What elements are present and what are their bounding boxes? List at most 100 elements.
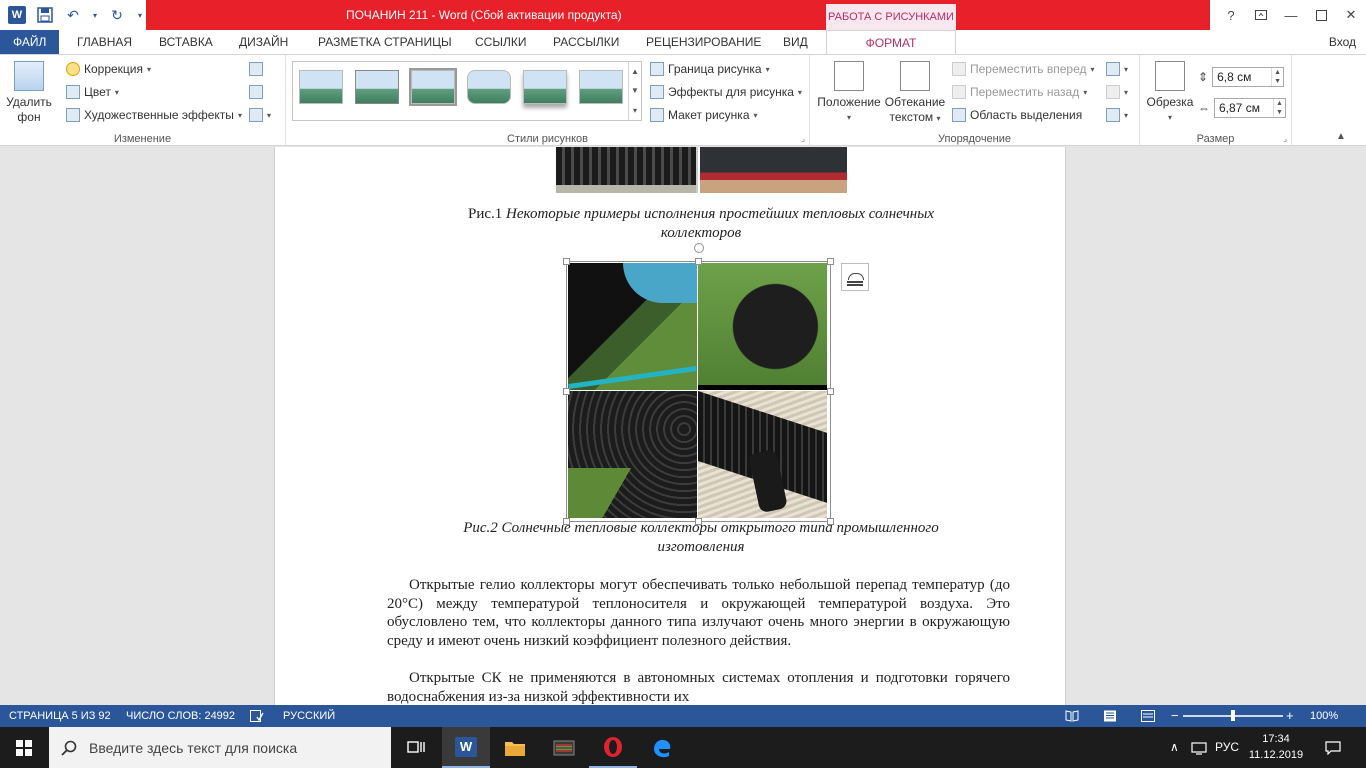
edge-browser-icon[interactable] xyxy=(638,727,686,768)
save-icon[interactable] xyxy=(36,6,54,24)
dialog-launcher-icon[interactable]: ⌟ xyxy=(801,134,805,143)
word-count[interactable]: ЧИСЛО СЛОВ: 24992 xyxy=(126,705,235,727)
system-clock[interactable]: 17:34 11.12.2019 xyxy=(1246,731,1306,763)
align-button[interactable]: ▾ xyxy=(1106,59,1128,79)
spinner-arrows-icon[interactable]: ▲ ▼ xyxy=(1273,99,1285,117)
help-button[interactable]: ? xyxy=(1216,0,1246,30)
resize-handle[interactable] xyxy=(563,388,570,395)
crop-button[interactable]: Обрезка ▾ xyxy=(1144,61,1196,125)
tab-references[interactable]: ССЫЛКИ xyxy=(475,30,526,54)
document-page[interactable]: Рис.1 Некоторые примеры исполнения прост… xyxy=(274,147,1066,705)
picture-layout-button[interactable]: Макет рисунка ▾ xyxy=(650,105,758,125)
undo-dropdown-icon[interactable]: ▾ xyxy=(92,6,98,24)
corrections-icon xyxy=(66,62,80,76)
redo-icon[interactable]: ↻ xyxy=(108,6,126,24)
task-view-icon[interactable] xyxy=(393,727,441,768)
compress-pictures-button[interactable] xyxy=(249,59,263,79)
chevron-down-icon: ▾ xyxy=(797,87,802,97)
picture-style-thumb[interactable] xyxy=(467,70,511,104)
picture-style-thumb[interactable] xyxy=(299,70,343,104)
start-button[interactable] xyxy=(0,727,48,768)
resize-handle[interactable] xyxy=(827,258,834,265)
network-icon[interactable] xyxy=(1191,727,1207,768)
corrections-label: Коррекция xyxy=(84,62,144,76)
spinner-arrows-icon[interactable]: ▲ ▼ xyxy=(1271,68,1283,86)
width-field[interactable]: 6,87 см ▲ ▼ xyxy=(1214,98,1286,118)
selection-pane-button[interactable]: Область выделения xyxy=(952,105,1082,125)
word-app-icon[interactable]: W xyxy=(8,6,26,24)
web-layout-icon[interactable] xyxy=(1141,705,1155,727)
show-hidden-icons[interactable]: ∧ xyxy=(1170,727,1179,768)
height-stepper[interactable]: ⇕ 6,8 см ▲ ▼ xyxy=(1198,67,1285,87)
file-explorer-icon[interactable] xyxy=(491,727,539,768)
chevron-down-icon: ▾ xyxy=(267,110,272,120)
rotate-handle[interactable] xyxy=(694,243,704,253)
change-picture-button[interactable] xyxy=(249,82,263,102)
resize-handle[interactable] xyxy=(827,388,834,395)
picture-effects-button[interactable]: Эффекты для рисунка ▾ xyxy=(650,82,802,102)
sign-in-link[interactable]: Вход xyxy=(1329,30,1356,54)
figure-2-image[interactable] xyxy=(563,243,834,525)
print-layout-icon[interactable] xyxy=(1103,705,1117,727)
taskbar-word-icon[interactable]: W xyxy=(442,727,490,768)
ribbon-display-options-icon[interactable] xyxy=(1246,0,1276,30)
color-button[interactable]: Цвет ▾ xyxy=(66,82,119,102)
picture-border-button[interactable]: Граница рисунка ▾ xyxy=(650,59,770,79)
send-backward-button[interactable]: Переместить назад ▾ xyxy=(952,82,1087,102)
figure-1-image[interactable] xyxy=(556,147,847,193)
language-indicator[interactable]: РУССКИЙ xyxy=(283,705,335,727)
layout-options-icon[interactable] xyxy=(841,263,869,291)
close-icon[interactable]: ✕ xyxy=(1336,0,1366,30)
tab-mailings[interactable]: РАССЫЛКИ xyxy=(553,30,619,54)
proofing-icon[interactable] xyxy=(250,705,264,727)
position-button[interactable]: Положение ▾ xyxy=(814,61,884,125)
picture-style-thumb[interactable] xyxy=(523,70,567,104)
notifications-icon[interactable] xyxy=(1325,727,1341,768)
reset-picture-icon xyxy=(249,108,263,122)
tab-design[interactable]: ДИЗАЙН xyxy=(239,30,288,54)
page-counter[interactable]: СТРАНИЦА 5 ИЗ 92 xyxy=(9,705,111,727)
chevron-up-icon[interactable]: ▲ xyxy=(631,67,639,76)
read-mode-icon[interactable] xyxy=(1065,705,1079,727)
tab-home[interactable]: ГЛАВНАЯ xyxy=(77,30,132,54)
dialog-launcher-icon[interactable]: ⌟ xyxy=(1283,134,1287,143)
language-switcher[interactable]: РУС xyxy=(1215,727,1239,768)
picture-style-thumb[interactable] xyxy=(355,70,399,104)
tab-page-layout[interactable]: РАЗМЕТКА СТРАНИЦЫ xyxy=(318,30,452,54)
gallery-scroll[interactable]: ▲ ▼ ▾ xyxy=(628,62,641,120)
remove-background-button[interactable]: Удалить фон xyxy=(4,61,54,125)
customize-qat-icon[interactable]: ▾ xyxy=(136,6,144,24)
group-objects-button[interactable]: ▾ xyxy=(1106,82,1128,102)
picture-style-thumb[interactable] xyxy=(579,70,623,104)
tab-insert[interactable]: ВСТАВКА xyxy=(159,30,213,54)
figure-1-photo-left xyxy=(556,147,698,193)
gallery-more-icon[interactable]: ▾ xyxy=(633,106,637,115)
zoom-out-icon[interactable]: − xyxy=(1171,705,1179,727)
tab-format[interactable]: ФОРМАТ xyxy=(826,30,956,55)
height-field[interactable]: 6,8 см ▲ ▼ xyxy=(1212,67,1285,87)
taskbar-search[interactable]: Введите здесь текст для поиска xyxy=(49,727,391,768)
chevron-down-icon[interactable]: ▼ xyxy=(631,86,639,95)
resize-handle[interactable] xyxy=(695,258,702,265)
minimize-icon[interactable]: — xyxy=(1276,0,1306,30)
tab-review[interactable]: РЕЦЕНЗИРОВАНИЕ xyxy=(646,30,761,54)
undo-icon[interactable]: ↶ xyxy=(64,6,82,24)
picture-style-thumb[interactable] xyxy=(409,68,457,106)
opera-browser-icon[interactable] xyxy=(589,727,637,768)
maximize-icon[interactable] xyxy=(1306,0,1336,30)
bring-forward-button[interactable]: Переместить вперед ▾ xyxy=(952,59,1095,79)
zoom-in-icon[interactable]: + xyxy=(1286,705,1294,727)
rotate-button[interactable]: ▾ xyxy=(1106,105,1128,125)
reset-picture-button[interactable]: ▾ xyxy=(249,105,271,125)
zoom-level[interactable]: 100% xyxy=(1310,705,1338,727)
tab-view[interactable]: ВИД xyxy=(783,30,808,54)
corrections-button[interactable]: Коррекция ▾ xyxy=(66,59,151,79)
width-stepper[interactable]: ⇔ 6,87 см ▲ ▼ xyxy=(1198,98,1286,118)
tab-file[interactable]: ФАЙЛ xyxy=(0,30,60,54)
zoom-slider-thumb[interactable] xyxy=(1231,710,1235,721)
resize-handle[interactable] xyxy=(563,258,570,265)
wrap-text-button[interactable]: Обтекание текстом ▾ xyxy=(884,61,946,126)
artistic-effects-button[interactable]: Художественные эффекты ▾ xyxy=(66,105,242,125)
collapse-ribbon-icon[interactable]: ▲ xyxy=(1336,131,1346,142)
media-player-icon[interactable] xyxy=(540,727,588,768)
